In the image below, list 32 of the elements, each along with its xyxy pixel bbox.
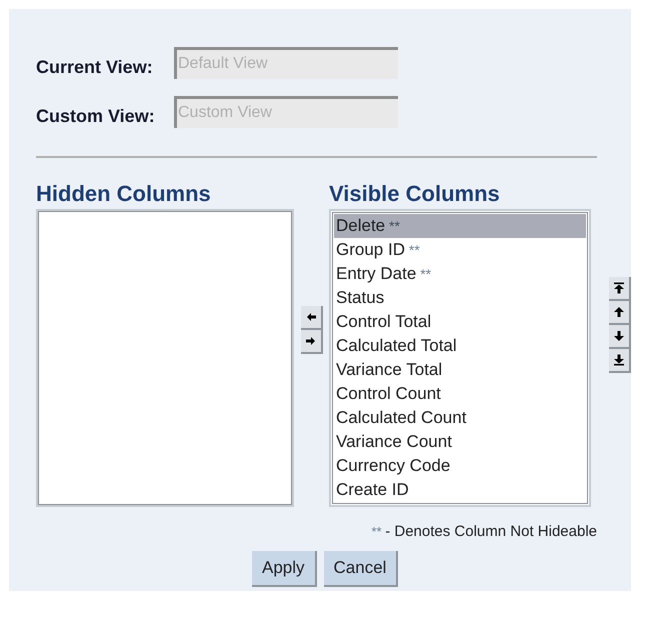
arrow-to-top-icon — [613, 282, 625, 294]
note-text: ** - Denotes Column Not Hideable — [371, 523, 597, 541]
section-heading: Visible Columns — [329, 182, 501, 206]
section-heading: Hidden Columns — [36, 182, 212, 206]
dialog-button[interactable]: Apply — [252, 551, 317, 587]
bottom-button[interactable] — [609, 349, 631, 373]
list-item[interactable]: Entry Date ** — [334, 262, 586, 286]
down-button[interactable] — [609, 325, 631, 349]
list-item[interactable]: Calculated Count — [334, 406, 586, 430]
list-item[interactable]: Variance Count — [334, 430, 586, 454]
list-item[interactable]: Variance Total — [334, 358, 586, 382]
list-item[interactable]: Delete ** — [334, 214, 586, 238]
list-box[interactable]: Delete ** Group ID ** Entry Date ** Status Control Total Calculated Total Variance Total Control Count Calculated Count Variance Count Currency Code Create ID — [329, 209, 591, 507]
left-arrow-icon — [304, 311, 316, 323]
arrow-to-bottom-icon — [613, 354, 625, 366]
top-button[interactable] — [609, 277, 631, 301]
list-item[interactable]: Currency Code — [334, 454, 586, 478]
right-arrow-icon — [304, 335, 316, 347]
list-item[interactable]: Create ID — [334, 478, 586, 502]
left-button[interactable] — [300, 306, 322, 330]
up-arrow-icon — [613, 306, 625, 318]
list-item[interactable]: Control Total — [334, 310, 586, 334]
field-label: Custom View: — [36, 105, 156, 128]
dialog-button[interactable]: Cancel — [324, 551, 398, 587]
field-label: Current View: — [36, 56, 154, 79]
right-button[interactable] — [300, 330, 322, 354]
list-item[interactable]: Status — [334, 286, 586, 310]
down-arrow-icon — [613, 330, 625, 342]
up-button[interactable] — [609, 301, 631, 325]
list-item[interactable]: Calculated Total — [334, 334, 586, 358]
list-item[interactable]: Group ID ** — [334, 238, 586, 262]
list-item[interactable]: Control Count — [334, 382, 586, 406]
